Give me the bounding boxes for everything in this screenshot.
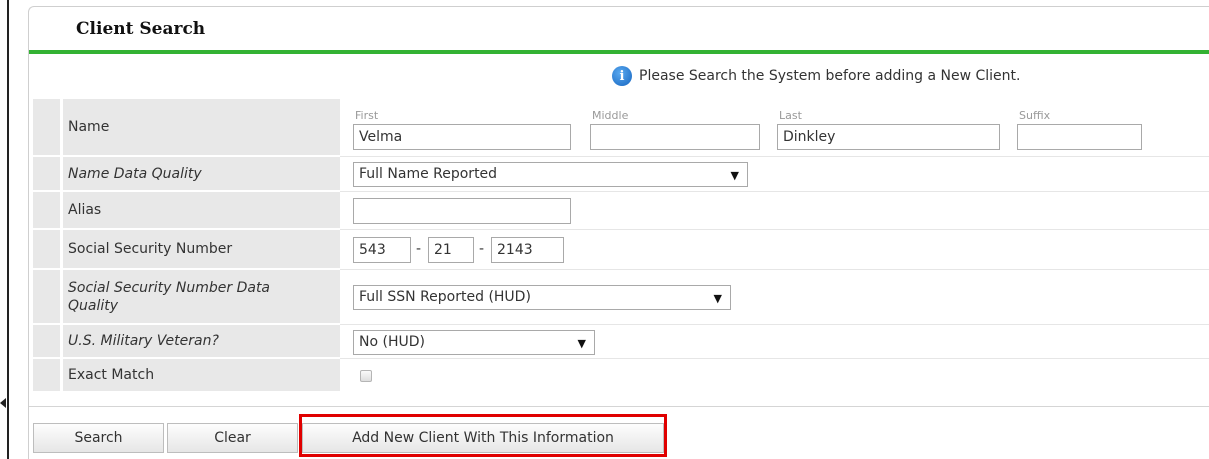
ssn-part2-field[interactable]: 21 xyxy=(428,237,474,263)
name-quality-label: Name Data Quality xyxy=(60,157,340,192)
name-quality-select[interactable]: Full Name Reported ▼ xyxy=(353,162,748,187)
alias-label: Alias xyxy=(60,192,340,230)
dropdown-caret-icon: ▼ xyxy=(577,337,586,350)
ssn-label: Social Security Number xyxy=(60,230,340,270)
collapse-arrow-icon[interactable] xyxy=(0,398,6,408)
veteran-row: U.S. Military Veteran? No (HUD) ▼ xyxy=(33,325,1209,359)
suffix-field[interactable] xyxy=(1017,124,1142,150)
notice-text: Please Search the System before adding a… xyxy=(639,68,1021,84)
panel-header-accent xyxy=(29,50,1209,54)
exact-match-row: Exact Match xyxy=(33,359,1209,393)
ssn-quality-row: Social Security Number Data Quality Full… xyxy=(33,270,1209,325)
alias-row: Alias xyxy=(33,192,1209,230)
last-name-sublabel: Last xyxy=(779,109,802,122)
ssn-part3-field[interactable]: 2143 xyxy=(491,237,564,263)
search-notice: i Please Search the System before adding… xyxy=(612,66,1020,86)
dropdown-caret-icon: ▼ xyxy=(713,292,722,305)
highlight-box xyxy=(299,414,667,457)
dropdown-caret-icon: ▼ xyxy=(730,169,739,182)
middle-name-field[interactable] xyxy=(590,124,760,150)
panel-title: Client Search xyxy=(76,19,206,39)
veteran-label: U.S. Military Veteran? xyxy=(60,325,340,359)
ssn-quality-label: Social Security Number Data Quality xyxy=(60,270,340,325)
info-icon: i xyxy=(612,66,632,86)
veteran-select[interactable]: No (HUD) ▼ xyxy=(353,330,595,355)
ssn-part1-field[interactable]: 543 xyxy=(353,237,411,263)
suffix-sublabel: Suffix xyxy=(1019,109,1051,122)
last-name-field[interactable]: Dinkley xyxy=(777,124,1000,150)
name-row: Name First Velma Middle Last Dinkley Suf… xyxy=(33,99,1209,157)
first-name-sublabel: First xyxy=(355,109,379,122)
alias-field[interactable] xyxy=(353,198,571,224)
middle-name-sublabel: Middle xyxy=(592,109,629,122)
name-label: Name xyxy=(60,99,340,157)
left-frame-rule xyxy=(7,0,9,459)
clear-button[interactable]: Clear xyxy=(167,423,298,453)
ssn-row: Social Security Number 543 - 21 - 2143 xyxy=(33,230,1209,270)
form-divider xyxy=(29,406,1209,407)
exact-match-label: Exact Match xyxy=(60,359,340,393)
ssn-quality-select[interactable]: Full SSN Reported (HUD) ▼ xyxy=(353,285,731,310)
name-quality-row: Name Data Quality Full Name Reported ▼ xyxy=(33,157,1209,192)
exact-match-checkbox[interactable] xyxy=(360,370,372,382)
search-button[interactable]: Search xyxy=(33,423,164,453)
first-name-field[interactable]: Velma xyxy=(353,124,571,150)
